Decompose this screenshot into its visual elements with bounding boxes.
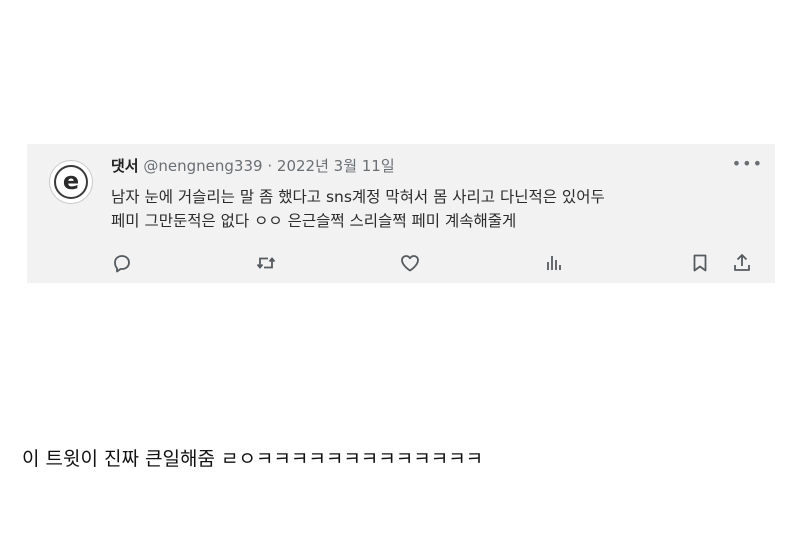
tweet-card[interactable]: e 댓서 @nengneng339 · 2022년 3월 11일 ••• 남자 … bbox=[27, 144, 775, 283]
header-separator: · bbox=[267, 157, 273, 175]
share-button[interactable] bbox=[731, 252, 753, 274]
avatar[interactable]: e bbox=[49, 160, 93, 204]
avatar-logo-letter: e bbox=[62, 167, 80, 195]
user-handle[interactable]: @nengneng339 bbox=[143, 157, 262, 175]
tweet-text-line: 페미 그만둔적은 없다 ㅇㅇ 은근슬쩍 스리슬쩍 페미 계속해줄게 bbox=[111, 212, 517, 230]
reply-icon bbox=[114, 255, 130, 273]
share-icon bbox=[734, 254, 750, 271]
reply-button[interactable] bbox=[111, 252, 133, 274]
tweet-text-line: 남자 눈에 거슬리는 말 좀 했다고 sns계정 막혀서 몸 사리고 다닌적은 … bbox=[111, 188, 605, 206]
tweet-date[interactable]: 2022년 3월 11일 bbox=[277, 157, 395, 175]
bookmark-icon bbox=[693, 254, 707, 272]
retweet-icon bbox=[256, 257, 276, 269]
like-button[interactable] bbox=[399, 252, 421, 274]
bookmark-button[interactable] bbox=[689, 252, 711, 274]
caption-text: 이 트윗이 진짜 큰일해줌 ㄹㅇㅋㅋㅋㅋㅋㅋㅋㅋㅋㅋㅋㅋㅋ bbox=[22, 448, 484, 470]
tweet-text: 남자 눈에 거슬리는 말 좀 했다고 sns계정 막혀서 몸 사리고 다닌적은 … bbox=[111, 185, 761, 233]
views-icon bbox=[547, 256, 561, 270]
display-name[interactable]: 댓서 bbox=[111, 157, 139, 175]
tweet-header: 댓서 @nengneng339 · 2022년 3월 11일 bbox=[111, 156, 395, 176]
more-options-icon[interactable]: ••• bbox=[732, 154, 763, 174]
like-icon bbox=[401, 255, 419, 272]
retweet-button[interactable] bbox=[255, 252, 277, 274]
views-button[interactable] bbox=[543, 252, 565, 274]
